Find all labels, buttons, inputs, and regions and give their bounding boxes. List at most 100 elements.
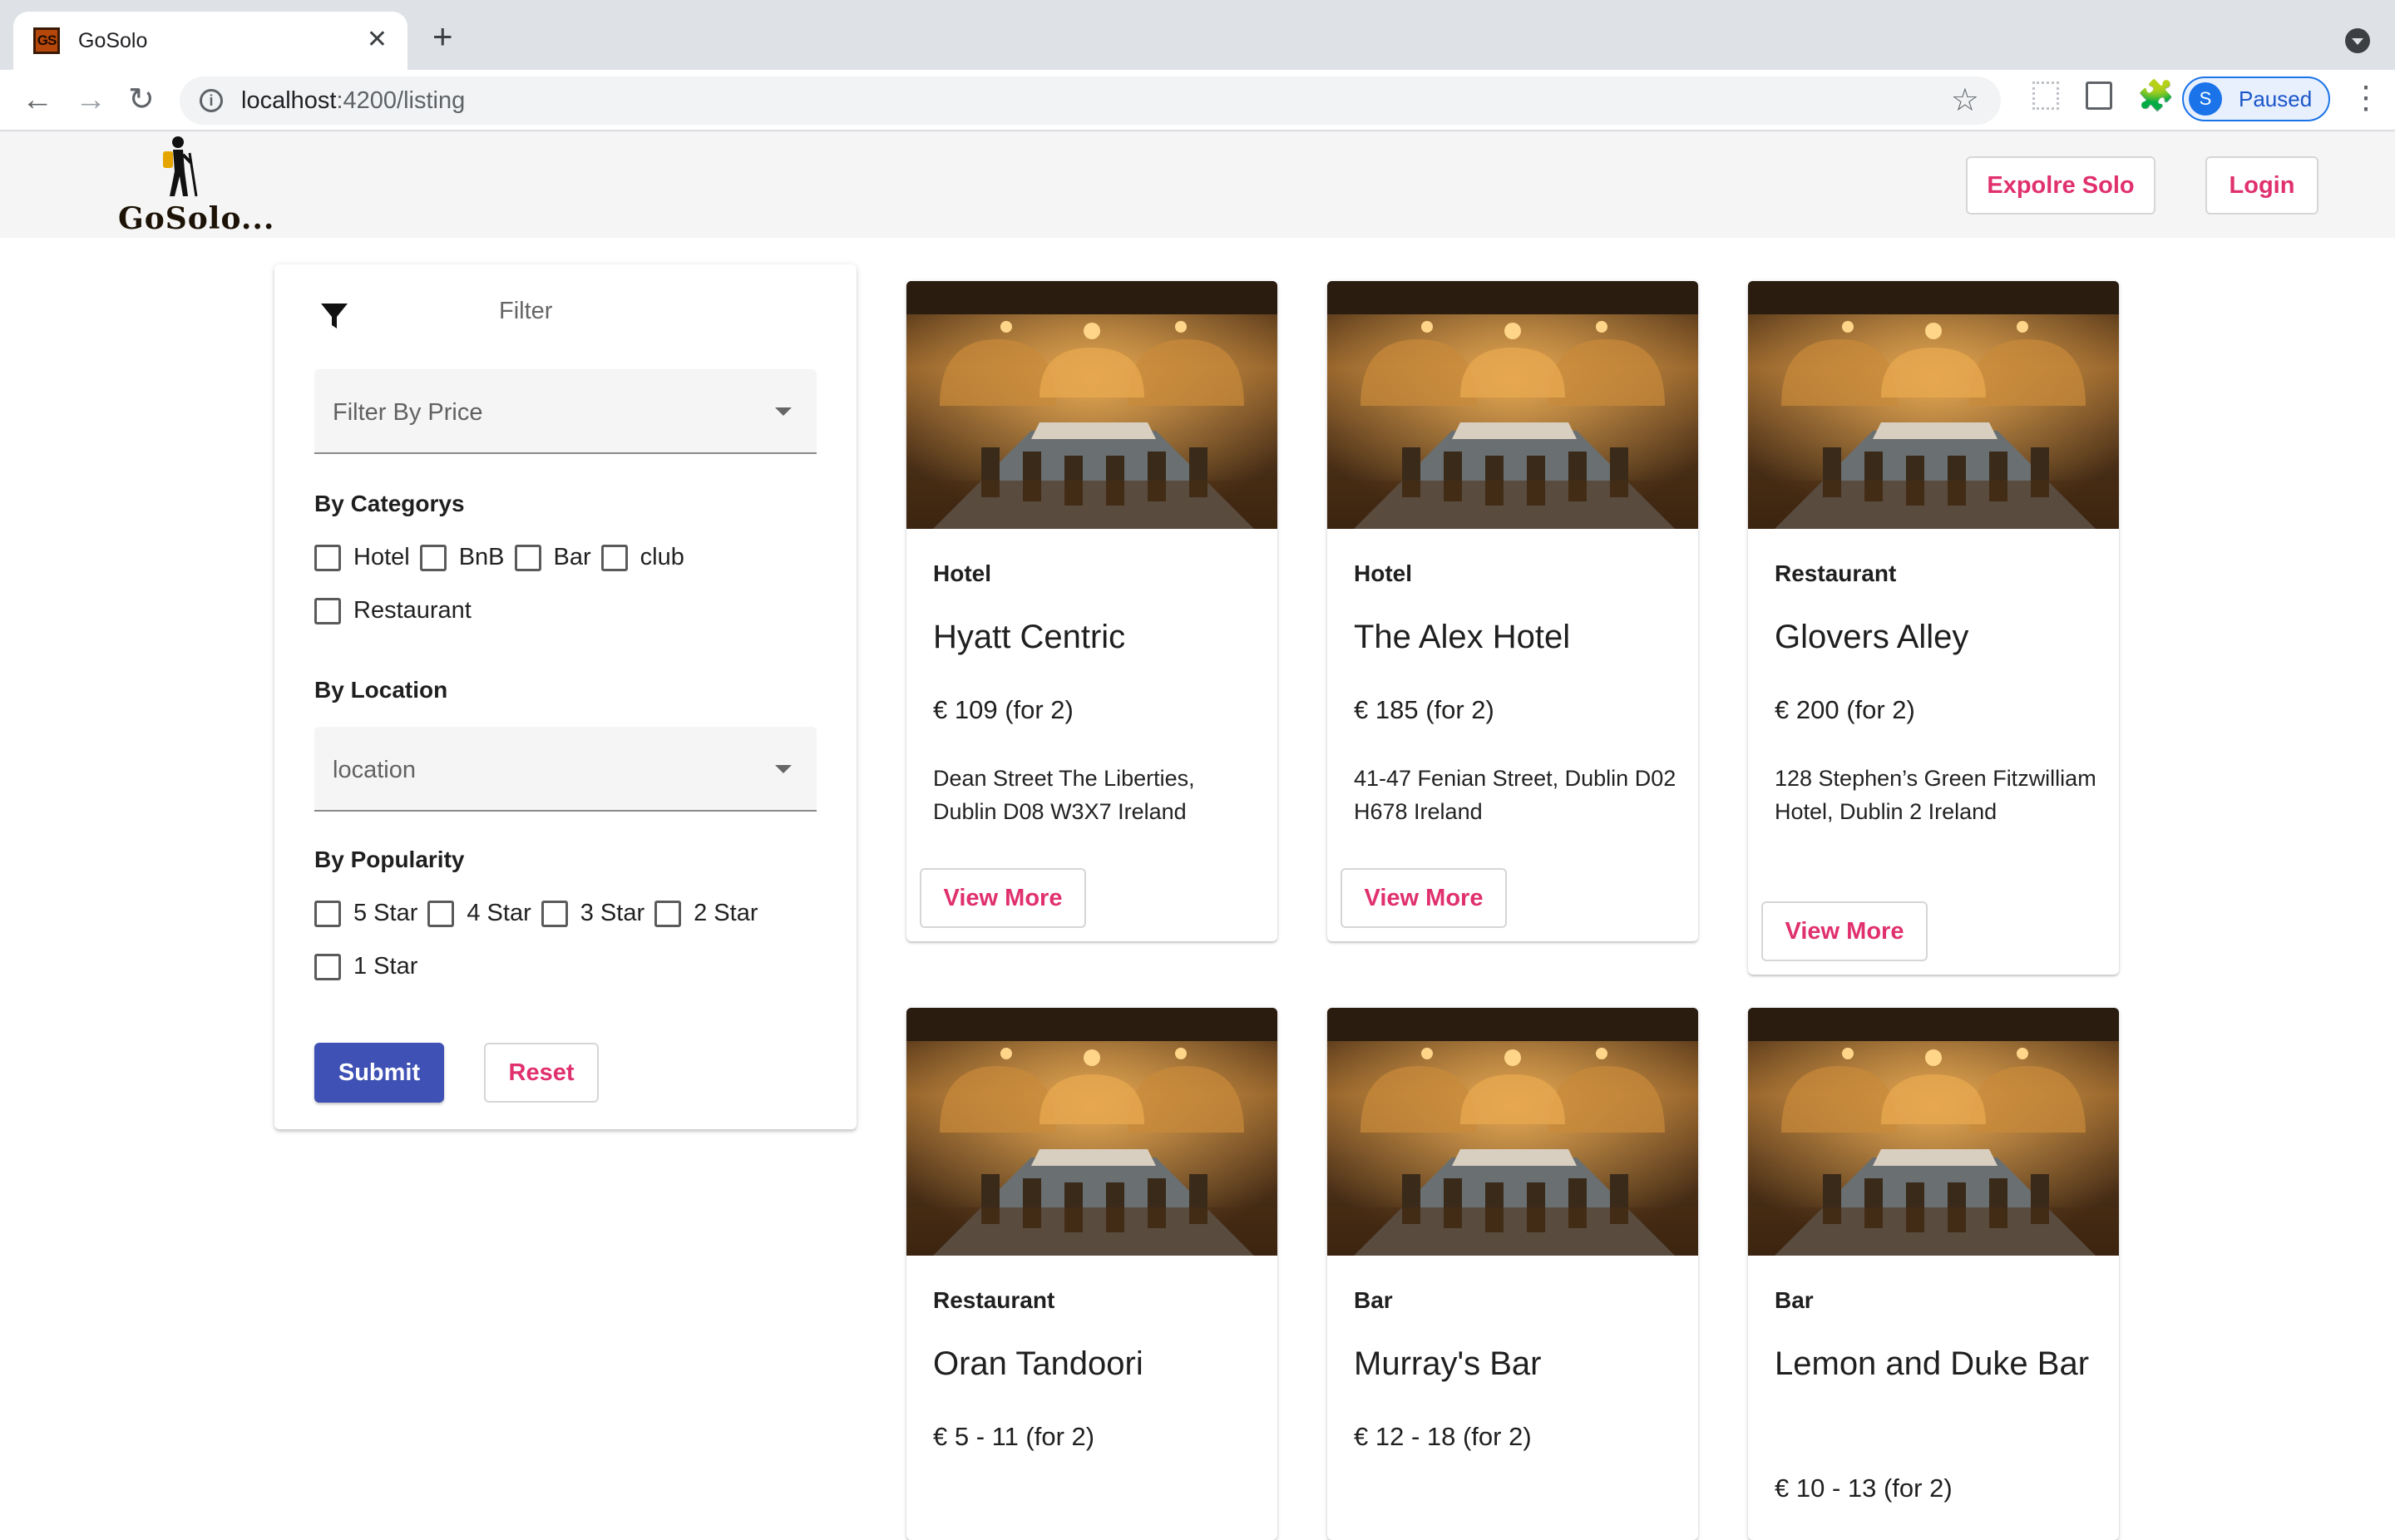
tab-title: GoSolo xyxy=(78,28,148,52)
listing-photo xyxy=(1748,1008,2119,1256)
checkbox-box[interactable] xyxy=(600,544,628,571)
category-hotel-checkbox[interactable]: Hotel xyxy=(314,544,410,571)
browser-tab[interactable]: GS GoSolo ✕ xyxy=(13,12,407,70)
listing-photo xyxy=(1327,281,1698,529)
checkbox-box[interactable] xyxy=(314,953,341,980)
dropdown-arrow-icon xyxy=(775,407,792,416)
categories-row-1: Hotel BnB Bar club xyxy=(314,544,694,571)
listing-category: Restaurant xyxy=(1775,560,1897,586)
extension-grid-icon[interactable] xyxy=(2032,81,2059,110)
popularity-heading: By Popularity xyxy=(314,847,465,872)
listing-photo xyxy=(1327,1008,1698,1256)
location-select[interactable]: location xyxy=(314,727,817,812)
listing-name: Murray's Bar xyxy=(1354,1345,1542,1382)
category-bar-checkbox[interactable]: Bar xyxy=(514,544,591,571)
rating-2-star-checkbox[interactable]: 2 Star xyxy=(654,900,758,927)
logo-text: GoSolo... xyxy=(118,201,275,236)
location-heading: By Location xyxy=(314,677,448,703)
listing-card: Hotel Hyatt Centric € 109 (for 2) Dean S… xyxy=(906,281,1277,941)
price-filter-select[interactable]: Filter By Price xyxy=(314,369,817,454)
explore-solo-button[interactable]: Expolre Solo xyxy=(1966,156,2156,215)
listing-name: Oran Tandoori xyxy=(933,1345,1143,1382)
url-host: localhost xyxy=(241,86,337,114)
site-favicon-icon: GS xyxy=(33,27,60,54)
profile-button[interactable]: S Paused xyxy=(2182,77,2330,121)
categories-heading: By Categorys xyxy=(314,491,465,516)
listing-card: Restaurant Oran Tandoori € 5 - 11 (for 2… xyxy=(906,1008,1277,1540)
extensions-puzzle-icon[interactable]: 🧩 xyxy=(2137,81,2175,111)
checkbox-label: 3 Star xyxy=(580,900,645,926)
browser-menu-icon[interactable]: ⋮ xyxy=(2350,80,2382,116)
filter-title: Filter xyxy=(499,298,553,324)
category-restaurant-checkbox[interactable]: Restaurant xyxy=(314,597,472,624)
checkbox-box[interactable] xyxy=(427,900,455,927)
close-tab-icon[interactable]: ✕ xyxy=(367,27,388,53)
listing-name: The Alex Hotel xyxy=(1354,619,1571,655)
reset-button[interactable]: Reset xyxy=(484,1043,599,1103)
rating-5-star-checkbox[interactable]: 5 Star xyxy=(314,900,417,927)
forward-arrow-icon[interactable]: → xyxy=(75,81,106,118)
login-button[interactable]: Login xyxy=(2205,156,2318,215)
checkbox-box[interactable] xyxy=(654,900,682,927)
extension-document-icon[interactable] xyxy=(2086,81,2112,110)
categories-row-2: Restaurant xyxy=(314,597,481,624)
reload-icon[interactable]: ↻ xyxy=(128,81,155,118)
listing-address: Dean Street The Liberties, Dublin D08 W3… xyxy=(933,766,1195,824)
checkbox-label: 1 Star xyxy=(353,953,418,980)
hiker-logo-icon xyxy=(163,136,198,197)
rating-1-star-checkbox[interactable]: 1 Star xyxy=(314,953,417,980)
checkbox-box[interactable] xyxy=(541,900,568,927)
checkbox-label: BnB xyxy=(458,544,505,570)
view-more-button[interactable]: View More xyxy=(920,868,1086,928)
site-info-icon[interactable]: i xyxy=(200,89,223,112)
back-arrow-icon[interactable]: ← xyxy=(22,81,53,118)
listing-name: Glovers Alley xyxy=(1775,619,1969,655)
view-more-button[interactable]: View More xyxy=(1761,901,1928,961)
listing-photo xyxy=(1748,281,2119,529)
checkbox-box[interactable] xyxy=(314,544,341,571)
listing-price: € 10 - 13 (for 2) xyxy=(1775,1473,1953,1503)
checkbox-label: 5 Star xyxy=(353,900,418,926)
bookmark-star-icon[interactable]: ☆ xyxy=(1951,81,1979,119)
listing-price: € 200 (for 2) xyxy=(1775,695,1915,724)
checkbox-box[interactable] xyxy=(314,597,341,624)
browser-tabstrip: GS GoSolo ✕ + xyxy=(0,0,2395,70)
checkbox-box[interactable] xyxy=(419,544,447,571)
price-filter-placeholder: Filter By Price xyxy=(333,399,483,426)
listing-card: Hotel The Alex Hotel € 185 (for 2) 41-47… xyxy=(1327,281,1698,941)
category-bnb-checkbox[interactable]: BnB xyxy=(419,544,505,571)
filter-funnel-icon xyxy=(321,304,348,328)
profile-avatar: S xyxy=(2189,82,2222,116)
rating-3-star-checkbox[interactable]: 3 Star xyxy=(541,900,644,927)
listing-photo xyxy=(906,281,1277,529)
listing-category: Bar xyxy=(1775,1287,1814,1313)
tab-search-icon[interactable] xyxy=(2345,28,2370,53)
checkbox-box[interactable] xyxy=(314,900,341,927)
listing-category: Hotel xyxy=(1354,560,1412,586)
dropdown-arrow-icon xyxy=(775,765,792,773)
address-bar[interactable]: i localhost:4200/listing ☆ xyxy=(180,77,2001,125)
checkbox-label: 2 Star xyxy=(694,900,758,926)
listing-category: Restaurant xyxy=(933,1287,1055,1313)
location-placeholder: location xyxy=(333,757,416,783)
submit-button[interactable]: Submit xyxy=(314,1043,444,1103)
listing-name: Lemon and Duke Bar xyxy=(1775,1345,2090,1382)
view-more-button[interactable]: View More xyxy=(1341,868,1507,928)
rating-4-star-checkbox[interactable]: 4 Star xyxy=(427,900,531,927)
checkbox-box[interactable] xyxy=(514,544,541,571)
url-text: localhost:4200/listing xyxy=(241,87,465,115)
listing-address: 41-47 Fenian Street, Dublin D02 H678 Ire… xyxy=(1354,766,1676,824)
listing-price: € 185 (for 2) xyxy=(1354,695,1494,724)
gosolo-logo[interactable]: GoSolo... xyxy=(116,135,274,236)
profile-status: Paused xyxy=(2239,86,2313,111)
checkbox-label: 4 Star xyxy=(467,900,531,926)
new-tab-button[interactable]: + xyxy=(432,19,453,54)
listing-card: Bar Murray's Bar € 12 - 18 (for 2) xyxy=(1327,1008,1698,1540)
url-path: :4200/listing xyxy=(336,86,466,114)
listing-category: Hotel xyxy=(933,560,991,586)
category-club-checkbox[interactable]: club xyxy=(600,544,684,571)
listing-category: Bar xyxy=(1354,1287,1393,1313)
listing-price: € 109 (for 2) xyxy=(933,695,1074,724)
listing-card: Bar Lemon and Duke Bar € 10 - 13 (for 2) xyxy=(1748,1008,2119,1540)
checkbox-label: club xyxy=(639,544,684,570)
